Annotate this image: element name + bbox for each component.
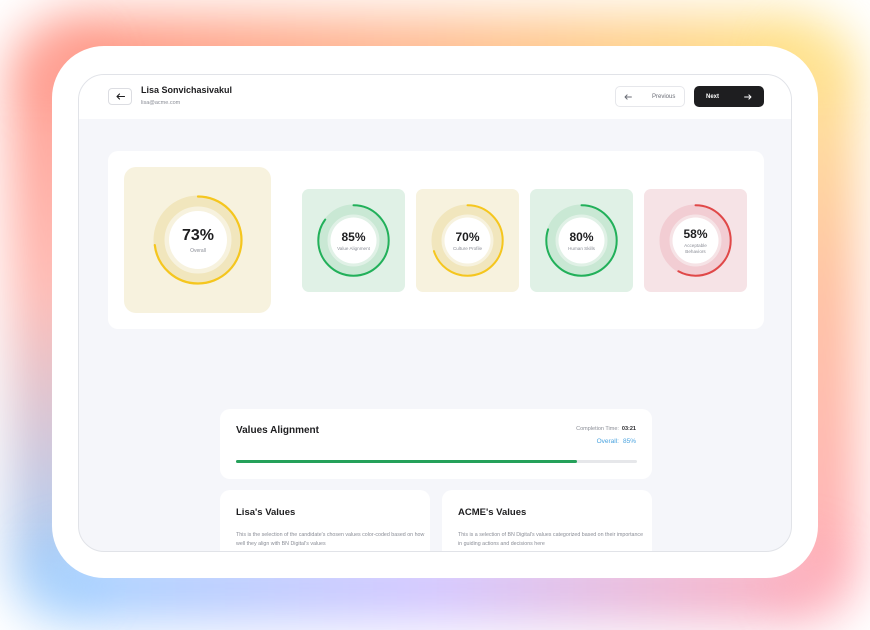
arrow-left-icon	[115, 93, 125, 100]
values-alignment-overall: Overall: 85%	[597, 438, 636, 445]
candidate-values-card: Lisa's Values This is the selection of t…	[220, 490, 430, 551]
score-card-value-alignment: 85% Value Alignment	[302, 189, 405, 292]
page: Lisa Sonvichasivakul lisa@acme.com Previ…	[0, 0, 870, 630]
score-card-acceptable-behaviors: 58% Acceptable Behaviors	[644, 189, 747, 292]
company-values-card: ACME's Values This is a selection of BN …	[442, 490, 652, 551]
app-screen: Lisa Sonvichasivakul lisa@acme.com Previ…	[78, 74, 792, 552]
values-alignment-title: Values Alignment	[236, 425, 319, 436]
score-ring: 80% Human Skills	[544, 203, 619, 278]
completion-time-value: 03:21	[621, 426, 636, 432]
back-button[interactable]	[108, 88, 132, 105]
overall-label: Overall:	[596, 438, 619, 445]
score-label: Acceptable Behaviors	[684, 242, 707, 254]
arrow-right-icon	[744, 93, 752, 100]
overall-score-ring: 73% Overall	[152, 194, 244, 286]
previous-label: Previous	[652, 93, 676, 100]
next-button[interactable]: Next	[694, 86, 764, 107]
overall-score-value: 73%	[181, 226, 215, 244]
completion-time-label: Completion Time:	[576, 426, 619, 432]
candidate-values-description: This is the selection of the candidate's…	[236, 532, 425, 547]
score-value: 85%	[341, 229, 366, 244]
score-ring: 85% Value Alignment	[316, 203, 391, 278]
progress-fill	[236, 460, 577, 463]
score-label: Human Skills	[568, 245, 595, 251]
score-value: 58%	[683, 226, 708, 241]
score-summary-panel: 73% Overall 85% Value Alignment 70% Cult…	[108, 151, 764, 329]
score-value: 80%	[569, 229, 594, 244]
completion-time: Completion Time: 03:21	[576, 426, 636, 432]
score-card-human-skills: 80% Human Skills	[530, 189, 633, 292]
overall-score-card: 73% Overall	[124, 167, 271, 313]
candidate-name: Lisa Sonvichasivakul	[141, 85, 233, 95]
company-values-title: ACME's Values	[458, 507, 527, 518]
values-alignment-card: Values Alignment Completion Time: 03:21 O…	[220, 409, 652, 479]
score-value: 70%	[455, 229, 480, 244]
values-alignment-progress-bar	[236, 460, 637, 463]
candidate-email: lisa@acme.com	[141, 100, 181, 106]
score-ring: 58% Acceptable Behaviors	[658, 203, 733, 278]
overall-value: 85%	[622, 438, 636, 445]
score-label: Value Alignment	[337, 245, 370, 251]
candidate-values-title: Lisa's Values	[236, 507, 296, 518]
header-bar: Lisa Sonvichasivakul lisa@acme.com Previ…	[79, 75, 791, 119]
score-ring: 70% Culture Profile	[430, 203, 505, 278]
company-values-description: This is a selection of BN Digital's valu…	[458, 532, 644, 547]
previous-button[interactable]: Previous	[615, 86, 685, 107]
arrow-left-icon	[624, 93, 632, 100]
next-label: Next	[706, 93, 720, 100]
overall-score-label: Overall	[190, 247, 206, 254]
score-card-culture-profile: 70% Culture Profile	[416, 189, 519, 292]
score-label: Culture Profile	[452, 245, 483, 251]
